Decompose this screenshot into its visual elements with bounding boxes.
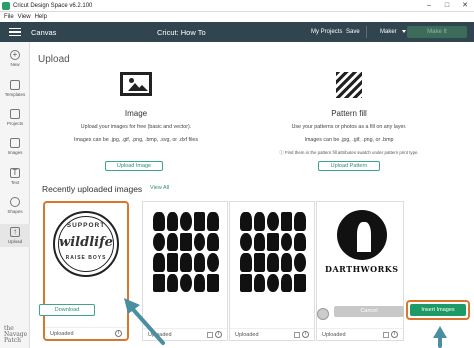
annotation-arrowhead-right xyxy=(433,326,447,338)
annotation-arrow-left xyxy=(128,304,165,345)
watermark: the Navage Patch xyxy=(4,326,27,344)
watermark-line-3: Patch xyxy=(4,337,21,344)
annotation-arrows xyxy=(124,298,447,348)
